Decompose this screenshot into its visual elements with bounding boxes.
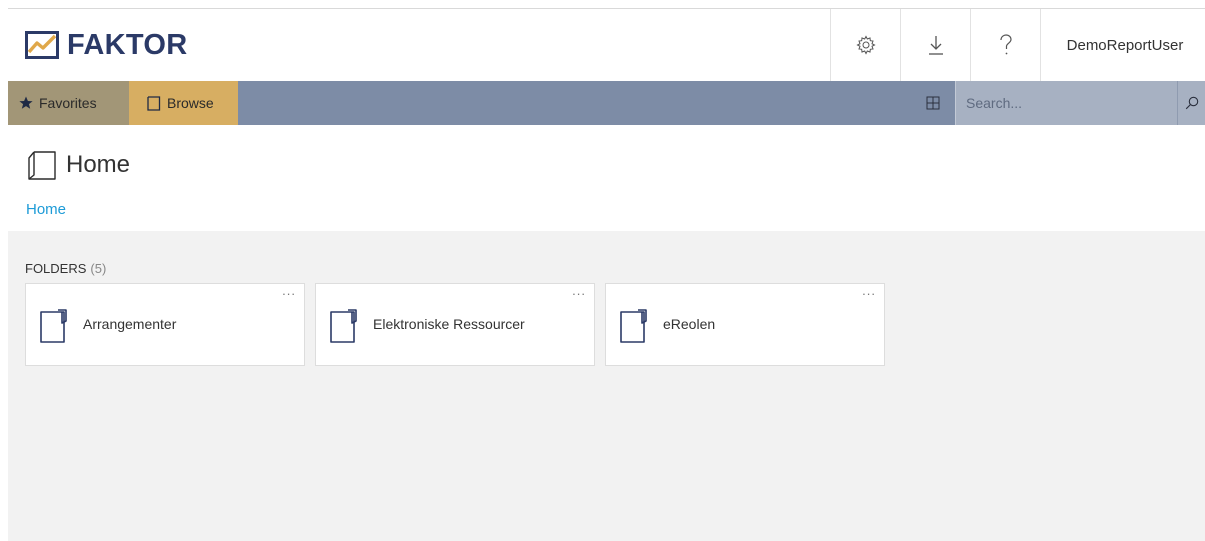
search-button[interactable] <box>1177 81 1205 125</box>
download-icon <box>928 36 943 55</box>
search-input[interactable] <box>956 81 1176 125</box>
settings-gear-icon <box>855 35 876 55</box>
folder-card[interactable]: ... Arrangementer <box>25 283 305 366</box>
brand-name: FAKTOR <box>67 29 188 61</box>
nav-bar: Favorites Browse <box>8 81 1205 125</box>
folder-icon <box>620 309 647 343</box>
nav-favorites-label: Favorites <box>39 95 97 111</box>
search-box <box>955 81 1205 125</box>
help-icon <box>999 34 1012 55</box>
nav-favorites[interactable]: Favorites <box>8 81 129 125</box>
folder-icon <box>330 309 357 343</box>
page-title: Home <box>66 151 131 178</box>
folder-menu-button[interactable]: ... <box>572 284 586 298</box>
folder-list: ... Arrangementer ... Elektroniske Resso… <box>25 283 885 366</box>
page-title-row: Home <box>26 149 130 181</box>
top-actions: DemoReportUser <box>830 9 1205 81</box>
folder-label: eReolen <box>663 316 716 332</box>
home-folder-icon <box>28 151 56 180</box>
user-menu[interactable]: DemoReportUser <box>1040 9 1205 81</box>
app-window: FAKTOR DemoReportUser Favorites Browse S… <box>8 8 1205 541</box>
download-button[interactable] <box>900 9 970 81</box>
folder-card[interactable]: ... Elektroniske Ressourcer <box>315 283 595 366</box>
folder-icon <box>40 309 67 343</box>
folder-label: Elektroniske Ressourcer <box>373 316 525 332</box>
top-header: FAKTOR DemoReportUser <box>8 9 1205 81</box>
star-icon <box>19 96 33 110</box>
search-icon <box>1185 96 1199 110</box>
folder-card[interactable]: ... eReolen <box>605 283 885 366</box>
main-content: FOLDERS (5) ... Arrangementer ... Elektr… <box>8 231 1205 541</box>
folder-menu-button[interactable]: ... <box>282 284 296 298</box>
brand-logo[interactable]: FAKTOR <box>25 28 188 62</box>
folder-label: Arrangementer <box>83 316 177 332</box>
folders-section-label: FOLDERS (5) <box>25 261 106 276</box>
nav-browse[interactable]: Browse <box>129 81 238 125</box>
nav-browse-label: Browse <box>167 95 214 111</box>
settings-button[interactable] <box>830 9 900 81</box>
breadcrumb-home[interactable]: Home <box>26 201 66 218</box>
browse-folder-icon <box>147 95 161 111</box>
folders-count: (5) <box>90 261 107 276</box>
grid-icon <box>926 96 940 110</box>
help-button[interactable] <box>970 9 1040 81</box>
folders-label: FOLDERS <box>25 261 87 276</box>
page-header: Home Home <box>8 125 1205 231</box>
folder-menu-button[interactable]: ... <box>862 284 876 298</box>
faktor-logo-icon <box>25 31 59 59</box>
grid-view-button[interactable] <box>913 81 953 125</box>
